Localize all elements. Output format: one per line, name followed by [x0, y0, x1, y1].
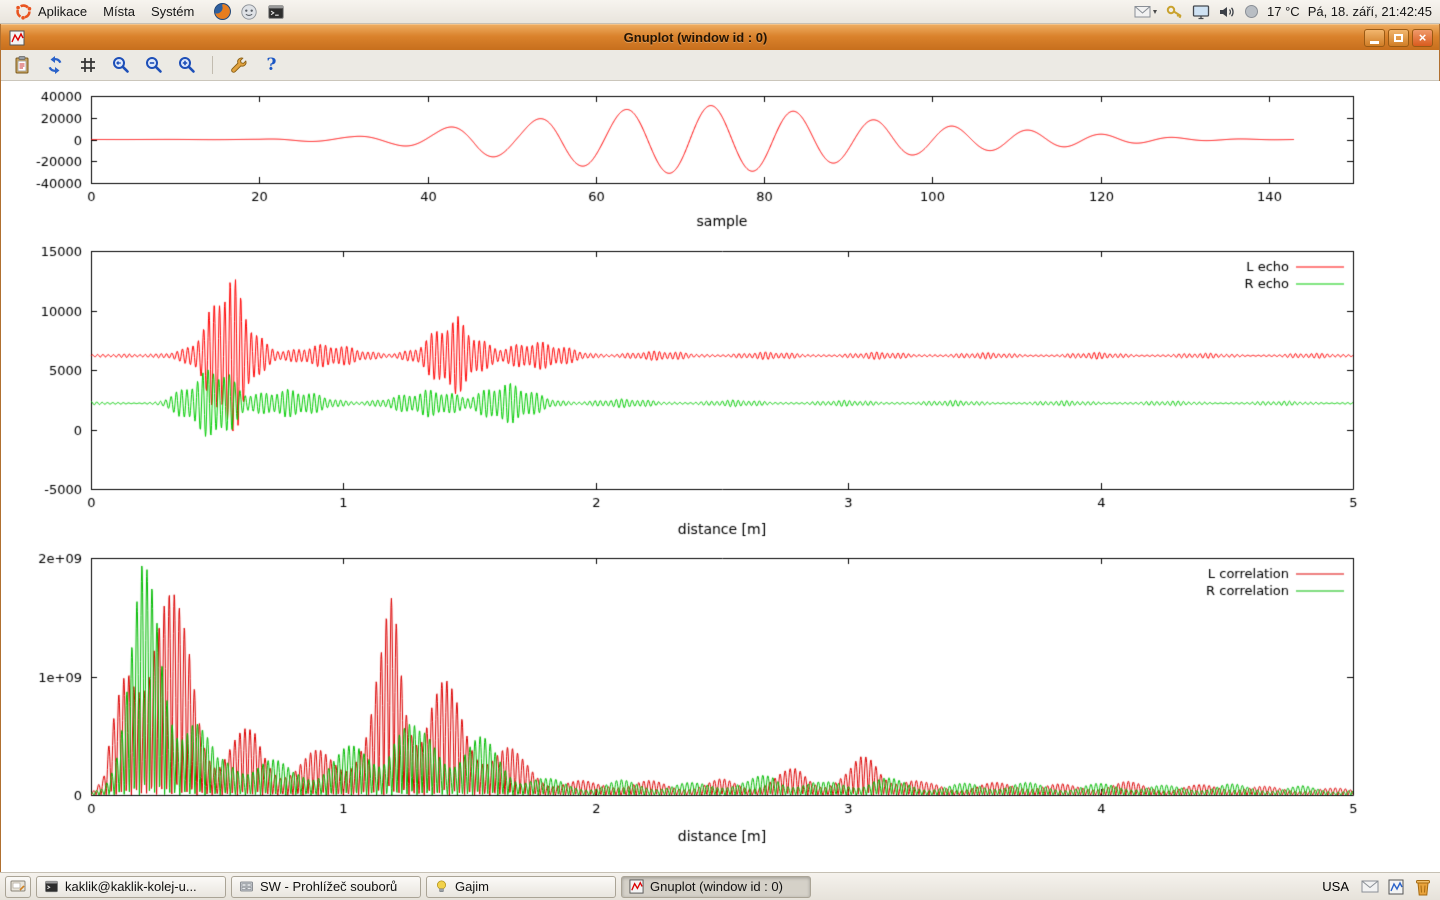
show-desktop-icon: [10, 880, 26, 894]
gnuplot-icon: [629, 879, 644, 894]
gajim-icon: [434, 879, 449, 894]
taskbar: kaklik@kaklik-kolej-u... SW - Prohlížeč …: [0, 872, 1440, 900]
keyboard-layout-indicator[interactable]: USA: [1319, 879, 1352, 894]
close-icon: ×: [1419, 30, 1427, 45]
help-icon: ?: [267, 55, 277, 75]
menu-places[interactable]: Místa: [95, 0, 143, 23]
zoom-out-icon: [144, 55, 164, 75]
panel-menus: Aplikace Místa Systém: [5, 0, 286, 23]
taskbar-item-gnuplot[interactable]: Gnuplot (window id : 0): [621, 876, 811, 898]
desktop: Aplikace Místa Systém: [0, 0, 1440, 900]
gnuplot-plots-canvas[interactable]: [1, 81, 1440, 872]
grid-icon: [78, 55, 98, 75]
taskbar-tray: USA: [1319, 877, 1435, 897]
zoom-previous-icon: [111, 55, 131, 75]
clipboard-icon: [12, 55, 32, 75]
zoom-in-icon: [177, 55, 197, 75]
terminal-launcher-icon[interactable]: [266, 2, 286, 22]
mail-indicator-icon[interactable]: [1134, 5, 1158, 19]
menu-applications-label: Aplikace: [38, 4, 87, 19]
gnuplot-window-icon: [7, 28, 27, 48]
firefox-icon[interactable]: [212, 2, 232, 22]
panel-tray: 17 °C Pá, 18. září, 21:42:45: [1134, 4, 1435, 20]
task-items: kaklik@kaklik-kolej-u... SW - Prohlížeč …: [36, 876, 811, 898]
zoom-in-button[interactable]: [174, 53, 199, 78]
taskbar-item-gajim[interactable]: Gajim: [426, 876, 616, 898]
settings-button[interactable]: [226, 53, 251, 78]
terminal-icon: [44, 879, 59, 894]
trash-icon[interactable]: [1413, 877, 1433, 897]
panel-launchers: [212, 2, 286, 22]
menu-system[interactable]: Systém: [143, 0, 202, 23]
ubuntu-logo-icon: [13, 2, 33, 22]
chart-tray-icon[interactable]: [1388, 879, 1404, 895]
close-button[interactable]: ×: [1412, 29, 1433, 47]
taskbar-item-terminal[interactable]: kaklik@kaklik-kolej-u...: [36, 876, 226, 898]
replot-button[interactable]: [42, 53, 67, 78]
titlebar[interactable]: Gnuplot (window id : 0) ×: [1, 24, 1439, 50]
chat-launcher-icon[interactable]: [239, 2, 259, 22]
toggle-grid-button[interactable]: [75, 53, 100, 78]
wrench-icon: [229, 55, 249, 75]
taskbar-item-file-browser[interactable]: SW - Prohlížeč souborů: [231, 876, 421, 898]
taskbar-item-label: Gnuplot (window id : 0): [650, 879, 783, 894]
copy-to-clipboard-button[interactable]: [9, 53, 34, 78]
taskbar-item-label: kaklik@kaklik-kolej-u...: [65, 879, 197, 894]
display-icon[interactable]: [1192, 4, 1210, 20]
temperature-label[interactable]: 17 °C: [1267, 4, 1300, 19]
replot-icon: [45, 55, 65, 75]
minimize-button[interactable]: [1364, 29, 1385, 47]
help-button[interactable]: ?: [259, 53, 284, 78]
maximize-icon: [1394, 34, 1403, 42]
menu-system-label: Systém: [151, 4, 194, 19]
window-buttons: ×: [1364, 29, 1433, 47]
toolbar-separator: [212, 56, 213, 74]
menu-applications[interactable]: Aplikace: [5, 0, 95, 23]
minimize-icon: [1370, 41, 1379, 44]
maximize-button[interactable]: [1388, 29, 1409, 47]
weather-icon[interactable]: [1244, 4, 1259, 19]
zoom-previous-button[interactable]: [108, 53, 133, 78]
keys-icon[interactable]: [1166, 4, 1184, 20]
file-manager-icon: [239, 879, 254, 894]
top-panel: Aplikace Místa Systém: [0, 0, 1440, 24]
zoom-out-button[interactable]: [141, 53, 166, 78]
plot-area: [1, 81, 1439, 872]
clock[interactable]: Pá, 18. září, 21:42:45: [1308, 4, 1432, 19]
mail-tray-icon[interactable]: [1361, 880, 1379, 893]
show-desktop-button[interactable]: [5, 876, 31, 898]
taskbar-item-label: SW - Prohlížeč souborů: [260, 879, 397, 894]
volume-icon[interactable]: [1218, 4, 1236, 20]
menu-places-label: Místa: [103, 4, 135, 19]
toolbar: ?: [1, 50, 1439, 81]
window-title: Gnuplot (window id : 0): [33, 30, 1358, 45]
gnuplot-window: Gnuplot (window id : 0) ×: [0, 24, 1440, 872]
taskbar-item-label: Gajim: [455, 879, 489, 894]
